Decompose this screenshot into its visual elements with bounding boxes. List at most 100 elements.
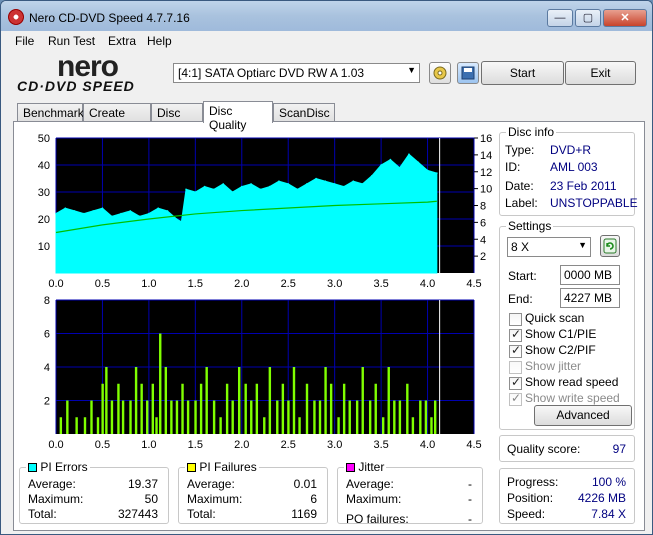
pi-failures-bar — [329, 383, 333, 434]
x-tick-label: 1.0 — [141, 439, 156, 451]
pi-failures-bar — [406, 383, 409, 434]
y-tick-label: 8 — [44, 295, 50, 307]
show-jitter-checkbox[interactable] — [509, 361, 522, 374]
refresh-icon — [603, 238, 617, 254]
menu-extra[interactable]: Extra — [108, 34, 136, 48]
pi-failures-bar — [101, 383, 104, 434]
pi-failures-bar — [281, 383, 285, 434]
minimize-button[interactable]: — — [547, 9, 573, 27]
speed-label: Speed: — [507, 507, 546, 521]
pi-errors-point — [389, 158, 392, 161]
jitter-avg: - — [468, 477, 472, 491]
tab-create-disc[interactable]: Create Disc — [83, 103, 151, 134]
jitter-max: - — [468, 492, 472, 506]
start-field[interactable]: 0000 MB — [560, 265, 620, 285]
exit-button[interactable]: Exit — [565, 61, 636, 85]
pi-errors-point — [213, 188, 215, 191]
drive-eject-button[interactable] — [429, 62, 451, 84]
pi-errors-point — [333, 183, 336, 185]
pi-errors-point — [324, 180, 327, 182]
menu-file[interactable]: File — [15, 34, 34, 48]
menu-run-test[interactable]: Run Test — [48, 34, 95, 48]
x-tick-label: 3.0 — [327, 439, 342, 451]
end-field[interactable]: 4227 MB — [560, 288, 620, 308]
pi-errors-point — [278, 180, 280, 182]
chevron-down-icon: ▼ — [578, 240, 587, 250]
pi-failures-bar — [424, 400, 428, 434]
pi-failures-bar — [255, 383, 259, 434]
pi-errors-point — [92, 210, 94, 212]
disc-quality-panel: 0.0 0.5 1.0 1.5 2.0 2.5 3.0 3.5 4.0 4.5 10 20 30 40 50… — [13, 121, 645, 531]
pi-errors-point — [110, 215, 113, 218]
tab-disc-info[interactable]: Disc Info — [151, 103, 203, 134]
pi-failures-bar — [59, 417, 63, 434]
speed-select[interactable]: 8 X ▼ — [507, 237, 591, 257]
tab-disc-quality[interactable]: Disc Quality — [203, 101, 273, 132]
menu-help[interactable]: Help — [147, 34, 172, 48]
refresh-button[interactable] — [600, 235, 620, 257]
show-c1-checkbox[interactable] — [509, 327, 522, 342]
pi-failures-bar — [305, 383, 309, 434]
pi-failures-title: PI Failures — [185, 460, 259, 474]
tab-benchmark[interactable]: Benchmark — [17, 103, 84, 122]
pi-errors-point — [343, 185, 345, 188]
nero-logo: nero CD·DVD SPEED — [17, 50, 167, 96]
show-read-speed-checkbox[interactable] — [509, 375, 522, 390]
pi-failures-bar — [263, 417, 266, 434]
pi-failures-bar — [387, 367, 390, 434]
tab-scandisc[interactable]: ScanDisc — [273, 103, 335, 122]
x-tick-label: 2.0 — [234, 439, 249, 451]
maximize-button[interactable]: ▢ — [575, 9, 601, 27]
pi-failures-bar — [194, 400, 197, 434]
x-tick-label: 2.5 — [281, 439, 296, 451]
y2-tick-label: 4 — [480, 234, 486, 246]
pi-failures-bar — [348, 400, 351, 434]
pi-errors-max: 50 — [144, 492, 158, 506]
x-tick-label: 3.0 — [327, 278, 342, 290]
pi-errors-point — [380, 164, 382, 166]
advanced-button[interactable]: Advanced — [534, 405, 632, 426]
pi-errors-point — [83, 212, 85, 215]
y2-tick-label: 2 — [480, 251, 486, 263]
x-tick-label: 4.5 — [466, 439, 481, 451]
x-tick-label: 4.0 — [420, 439, 435, 451]
close-button[interactable]: ✕ — [603, 9, 647, 27]
pi-errors-point — [101, 207, 104, 209]
settings-title: Settings — [506, 219, 554, 233]
quick-scan-checkbox[interactable] — [509, 313, 522, 326]
pi-failures-bar — [324, 367, 327, 434]
pi-errors-point — [240, 185, 243, 188]
pi-failures-bar — [105, 367, 108, 434]
drive-select[interactable]: [4:1] SATA Optiarc DVD RW A 1.03 ▼ — [173, 63, 420, 83]
pi-failures-bar — [337, 417, 340, 434]
pi-failures-bar — [159, 333, 162, 434]
pi-errors-point — [296, 188, 299, 191]
end-label: End: — [508, 292, 533, 306]
pi-failures-max: 6 — [310, 492, 317, 506]
start-button[interactable]: Start — [481, 61, 564, 85]
y-tick-label: 20 — [38, 214, 50, 226]
x-tick-label: 1.0 — [141, 278, 156, 290]
pi-errors-point — [371, 175, 373, 177]
pi-failures-bar — [368, 400, 372, 434]
position-label: Position: — [507, 491, 554, 505]
y-tick-label: 50 — [38, 133, 50, 145]
pi-failures-bar — [96, 417, 100, 434]
pi-failures-bar — [313, 400, 316, 434]
pi-errors-point — [180, 220, 183, 223]
pi-failures-bar — [237, 367, 241, 434]
show-c2-checkbox[interactable] — [509, 343, 522, 358]
pi-errors-point — [315, 177, 317, 180]
pi-failures-bar — [355, 400, 359, 434]
pi-failures-bar — [361, 367, 364, 434]
y-tick-label: 4 — [44, 362, 50, 374]
x-tick-label: 1.5 — [188, 278, 203, 290]
pi-failures-bar — [219, 417, 222, 434]
save-button[interactable] — [457, 62, 479, 84]
pi-failures-bar — [186, 400, 190, 434]
app-icon — [8, 9, 24, 25]
show-write-speed-checkbox[interactable] — [509, 391, 522, 406]
pi-failures-chart: 0.0 0.5 1.0 1.5 2.0 2.5 3.0 3.5 4.0 4.5 2 4 6 8 — [20, 294, 502, 454]
disc-type: DVD+R — [550, 143, 592, 157]
pi-failures-bar — [170, 400, 173, 434]
